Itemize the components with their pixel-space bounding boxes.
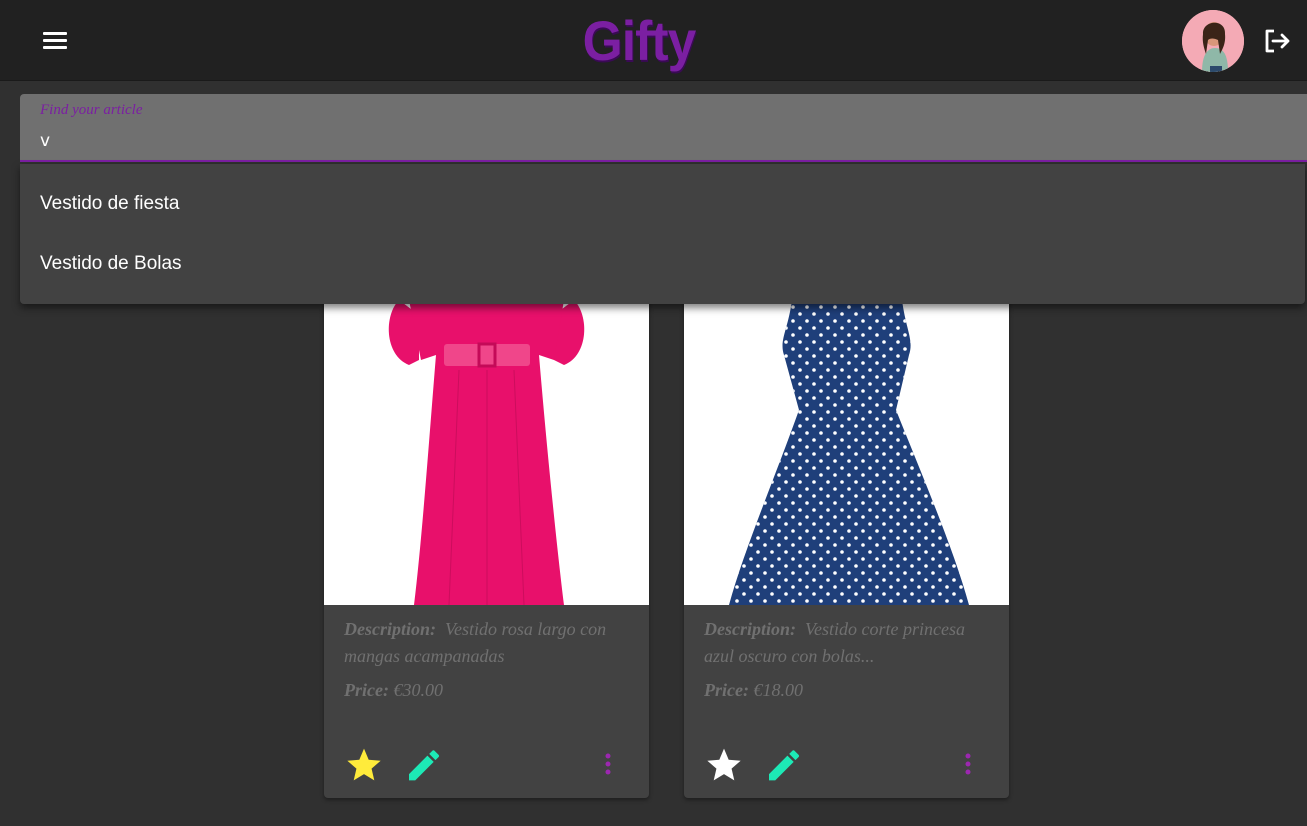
more-vert-icon[interactable] <box>588 742 628 782</box>
app-logo: Gifty <box>582 9 697 72</box>
search-input[interactable] <box>40 128 1240 154</box>
edit-icon[interactable] <box>764 742 804 782</box>
product-price: Price: €18.00 <box>704 680 803 701</box>
autocomplete-dropdown: Vestido de fiesta Vestido de Bolas <box>20 164 1305 304</box>
star-icon[interactable] <box>704 742 744 782</box>
search-field[interactable]: Find your article <box>20 94 1307 162</box>
price-label: Price: <box>704 680 749 700</box>
price-value: €30.00 <box>393 680 443 700</box>
product-price: Price: €30.00 <box>344 680 443 701</box>
product-card: Description: Vestido corte princesa azul… <box>684 240 1009 798</box>
search-label: Find your article <box>40 102 143 118</box>
autocomplete-option[interactable]: Vestido de fiesta <box>20 174 1305 234</box>
logout-icon[interactable] <box>1258 22 1296 60</box>
description-label: Description: <box>704 619 796 639</box>
product-description: Description: Vestido rosa largo con mang… <box>344 616 634 670</box>
product-description: Description: Vestido corte princesa azul… <box>704 616 994 670</box>
avatar[interactable] <box>1182 10 1244 72</box>
autocomplete-option[interactable]: Vestido de Bolas <box>20 234 1305 294</box>
price-value: €18.00 <box>753 680 803 700</box>
top-app-bar: Gifty <box>0 0 1307 81</box>
description-label: Description: <box>344 619 436 639</box>
edit-icon[interactable] <box>404 742 444 782</box>
star-icon[interactable] <box>344 742 384 782</box>
more-vert-icon[interactable] <box>948 742 988 782</box>
price-label: Price: <box>344 680 389 700</box>
product-card: Description: Vestido rosa largo con mang… <box>324 240 649 798</box>
